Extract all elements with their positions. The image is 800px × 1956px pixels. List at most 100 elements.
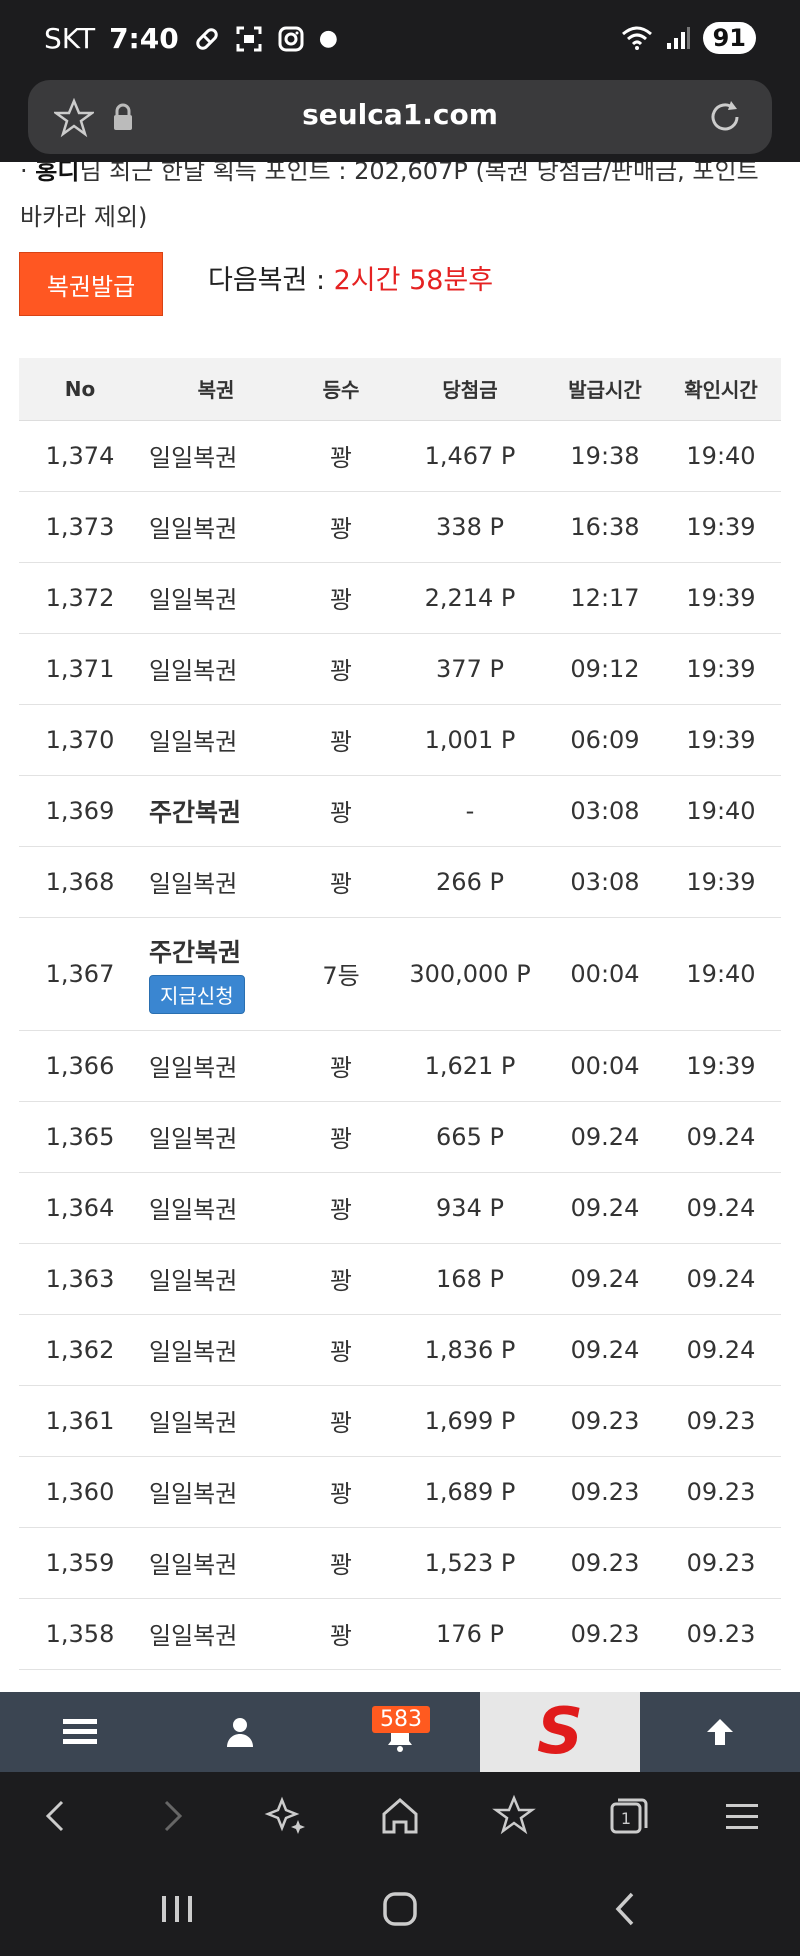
cell-no: 1,364 — [19, 1172, 141, 1244]
table-row: 1,372 일일복권 꽝 2,214 P 12:17 19:39 — [19, 562, 781, 634]
cell-prize: - — [391, 775, 549, 847]
cell-no: 1,372 — [19, 562, 141, 634]
cell-issued: 16:38 — [549, 491, 661, 563]
cell-no: 1,362 — [19, 1314, 141, 1386]
col-header-prize: 당첨금 — [391, 358, 549, 421]
instagram-icon — [278, 26, 304, 51]
cell-prize: 1,523 P — [391, 1527, 549, 1599]
nav-menu-button[interactable] — [0, 1692, 160, 1772]
table-row: 1,362 일일복권 꽝 1,836 P 09.24 09.24 — [19, 1314, 781, 1386]
cell-prize: 338 P — [391, 491, 549, 563]
cell-rank: 꽝 — [291, 1243, 391, 1315]
cell-issued: 09.24 — [549, 1314, 661, 1386]
cell-no: 1,358 — [19, 1598, 141, 1670]
issue-ticket-button[interactable]: 복권발급 — [19, 252, 163, 316]
cell-issued: 09.24 — [549, 1172, 661, 1244]
clock: 7:40 — [109, 22, 179, 55]
cell-type: 일일복권 — [141, 1598, 291, 1670]
cell-type: 일일복권 — [141, 1314, 291, 1386]
cell-no: 1,367 — [19, 917, 141, 1031]
next-ticket-label: 다음복권 : — [208, 265, 334, 296]
forward-icon[interactable] — [148, 1792, 196, 1840]
table-row: 1,361 일일복권 꽝 1,699 P 09.23 09.23 — [19, 1385, 781, 1457]
cell-prize: 1,621 P — [391, 1030, 549, 1102]
table-row: 1,359 일일복권 꽝 1,523 P 09.23 09.23 — [19, 1527, 781, 1599]
back-icon[interactable] — [32, 1792, 80, 1840]
cell-type: 일일복권 — [141, 491, 291, 563]
recents-icon[interactable] — [152, 1884, 202, 1934]
cell-checked: 09.24 — [661, 1101, 781, 1173]
table-row: 1,369 주간복권 꽝 -03:08 19:40 — [19, 775, 781, 847]
android-nav-bar — [0, 1860, 800, 1956]
table-row: 1,374 일일복권 꽝 1,467 P 19:38 19:40 — [19, 420, 781, 492]
sparkle-icon[interactable] — [262, 1792, 310, 1840]
url-text[interactable]: seulca1.com — [28, 98, 772, 131]
col-header-rank: 등수 — [291, 358, 391, 421]
cell-checked: 09.24 — [661, 1243, 781, 1315]
cell-issued: 09.23 — [549, 1527, 661, 1599]
pill-icon — [195, 27, 218, 50]
cell-type: 일일복권 — [141, 1385, 291, 1457]
home-icon[interactable] — [376, 1792, 424, 1840]
battery-level: 91 — [702, 22, 756, 54]
menu-icon[interactable] — [718, 1792, 766, 1840]
tabs-icon[interactable]: 1 — [604, 1792, 652, 1840]
ticket-type-label: 주간복권 — [149, 938, 242, 967]
cell-rank: 꽝 — [291, 1385, 391, 1457]
cell-checked: 09.24 — [661, 1314, 781, 1386]
cell-issued: 00:04 — [549, 1030, 661, 1102]
cell-prize: 1,836 P — [391, 1314, 549, 1386]
browser-toolbar: 1 — [0, 1772, 800, 1860]
cell-no: 1,359 — [19, 1527, 141, 1599]
menu-icon — [63, 1719, 97, 1744]
table-header-row: No 복권 등수 당첨금 발급시간 확인시간 — [19, 358, 781, 421]
cell-prize: 1,689 P — [391, 1456, 549, 1528]
cell-checked: 19:39 — [661, 562, 781, 634]
cell-issued: 09.23 — [549, 1456, 661, 1528]
cell-type: 일일복권 — [141, 1101, 291, 1173]
bookmark-icon[interactable] — [490, 1792, 538, 1840]
cell-no: 1,363 — [19, 1243, 141, 1315]
table-row: 1,365 일일복권 꽝 665 P 09.24 09.24 — [19, 1101, 781, 1173]
cell-no: 1,365 — [19, 1101, 141, 1173]
browser-address-area: seulca1.com — [0, 80, 800, 162]
home-button-icon[interactable] — [375, 1884, 425, 1934]
cell-type: 주간복권 지급신청 — [141, 917, 291, 1031]
table-row: 1,366 일일복권 꽝 1,621 P 00:04 19:39 — [19, 1030, 781, 1102]
cell-rank: 꽝 — [291, 846, 391, 918]
address-bar[interactable]: seulca1.com — [28, 80, 772, 154]
user-name: 홍디 — [35, 162, 80, 185]
cell-checked: 19:39 — [661, 491, 781, 563]
signal-icon — [666, 27, 690, 49]
table-row: 1,373 일일복권 꽝 338 P 16:38 19:39 — [19, 491, 781, 563]
cell-rank: 꽝 — [291, 1101, 391, 1173]
cell-rank: 꽝 — [291, 491, 391, 563]
carrier: SKT — [44, 22, 96, 55]
cell-prize: 2,214 P — [391, 562, 549, 634]
claim-prize-button[interactable]: 지급신청 — [149, 975, 245, 1014]
cell-checked: 19:39 — [661, 633, 781, 705]
scroll-top-button[interactable] — [640, 1692, 800, 1772]
nav-user-button[interactable] — [160, 1692, 320, 1772]
user-icon — [227, 1718, 253, 1747]
reload-icon[interactable] — [704, 96, 746, 138]
cell-type: 일일복권 — [141, 1456, 291, 1528]
cell-checked: 09.24 — [661, 1172, 781, 1244]
notice-text: 님 최근 한달 획득 포인트 : 202,607P (복권 당첨금/판매금, 포… — [20, 162, 759, 231]
cell-no: 1,361 — [19, 1385, 141, 1457]
cell-rank: 꽝 — [291, 1030, 391, 1102]
table-row: 1,363 일일복권 꽝 168 P 09.24 09.24 — [19, 1243, 781, 1315]
col-header-issued: 발급시간 — [549, 358, 661, 421]
table-row: 1,367 주간복권 지급신청 7등 300,000 P 00:04 19:40 — [19, 917, 781, 1031]
cell-rank: 꽝 — [291, 704, 391, 776]
cell-prize: 934 P — [391, 1172, 549, 1244]
cell-issued: 09:12 — [549, 633, 661, 705]
back-icon[interactable] — [600, 1884, 650, 1934]
cell-prize: 176 P — [391, 1598, 549, 1670]
cell-rank: 꽝 — [291, 1314, 391, 1386]
cell-issued: 03:08 — [549, 775, 661, 847]
cell-type: 일일복권 — [141, 704, 291, 776]
site-logo-button[interactable]: S — [480, 1692, 640, 1772]
cell-no: 1,369 — [19, 775, 141, 847]
cell-prize: 377 P — [391, 633, 549, 705]
